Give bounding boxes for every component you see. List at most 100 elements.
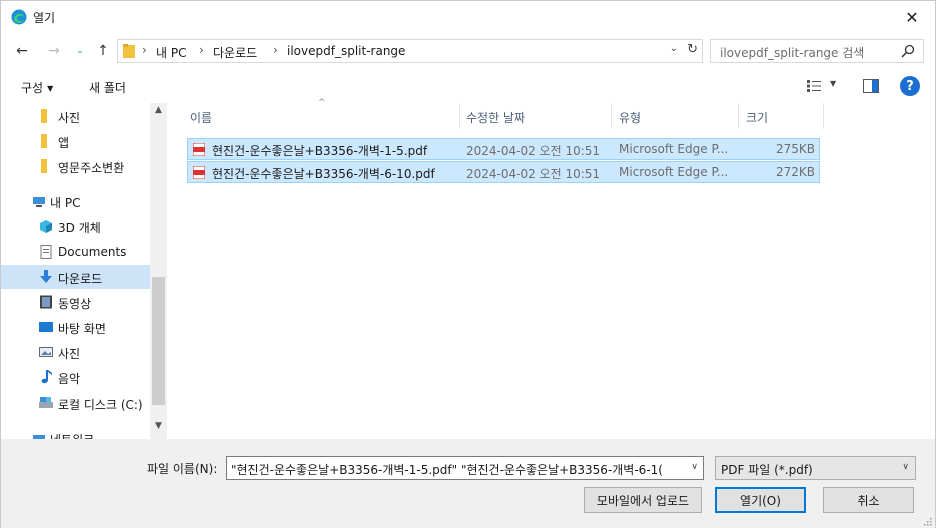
caret-down-icon: ▼ bbox=[47, 84, 54, 93]
sidebar-item-label: 바탕 화면 bbox=[58, 322, 106, 336]
download-icon bbox=[40, 270, 52, 283]
navigation-bar: ← → ⌄ ↑ › 내 PC › 다운로드 › ilovepdf_split-r… bbox=[1, 37, 935, 65]
column-divider[interactable] bbox=[738, 103, 739, 129]
chevron-down-icon[interactable]: ∨ bbox=[691, 462, 698, 472]
file-row[interactable]: 현진건-운수좋은날+B3356-개벽-1-5.pdf 2024-04-02 오전… bbox=[187, 138, 820, 160]
dialog-footer: 파일 이름(N): "현진건-운수좋은날+B3356-개벽-1-5.pdf" "… bbox=[1, 439, 935, 528]
file-modified: 2024-04-02 오전 10:51 bbox=[466, 167, 601, 181]
address-dropdown-icon[interactable]: ⌄ bbox=[670, 43, 678, 54]
pdf-file-icon bbox=[193, 166, 205, 179]
sidebar-item-label: 로컬 디스크 (C:) bbox=[58, 398, 143, 412]
organize-button[interactable]: 구성 ▼ bbox=[21, 79, 53, 96]
search-icon bbox=[901, 44, 915, 58]
sidebar-item-apps-folder[interactable]: 앱 bbox=[1, 129, 150, 153]
pc-icon bbox=[33, 197, 45, 207]
folder-icon bbox=[123, 44, 135, 58]
close-icon: ✕ bbox=[905, 7, 919, 27]
search-input[interactable]: ilovepdf_split-range 검색 bbox=[710, 39, 924, 63]
sidebar-item-address-folder[interactable]: 영문주소변환 bbox=[1, 154, 150, 178]
up-button[interactable]: ↑ bbox=[93, 40, 113, 62]
video-icon bbox=[40, 295, 52, 309]
sidebar-item-label: 동영상 bbox=[58, 297, 92, 311]
cancel-button[interactable]: 취소 bbox=[823, 487, 914, 513]
address-bar[interactable]: › 내 PC › 다운로드 › ilovepdf_split-range ⌄ ↻ bbox=[117, 39, 703, 63]
navigation-pane: 사진 앱 영문주소변환 내 PC 3D 개체 Documents 다운로드 동영… bbox=[1, 103, 167, 439]
chevron-down-icon: ⌄ bbox=[76, 46, 84, 56]
forward-button[interactable]: → bbox=[43, 40, 65, 62]
file-name: 현진건-운수좋은날+B3356-개벽-6-10.pdf bbox=[212, 167, 435, 181]
column-divider[interactable] bbox=[823, 103, 824, 129]
upload-from-mobile-button[interactable]: 모바일에서 업로드 bbox=[584, 487, 702, 513]
view-options-icon[interactable] bbox=[807, 80, 821, 92]
folder-icon bbox=[41, 159, 47, 173]
sidebar-item-local-disk[interactable]: 로컬 디스크 (C:) bbox=[1, 391, 150, 415]
column-header-name[interactable]: 이름 bbox=[190, 109, 212, 126]
file-size: 275KB bbox=[775, 142, 815, 156]
preview-pane-icon[interactable] bbox=[863, 79, 879, 93]
sidebar-item-label: 사진 bbox=[58, 111, 81, 125]
search-placeholder: ilovepdf_split-range 검색 bbox=[720, 46, 865, 60]
file-name: 현진건-운수좋은날+B3356-개벽-1-5.pdf bbox=[212, 144, 428, 158]
sidebar-item-pictures[interactable]: 사진 bbox=[1, 340, 150, 364]
network-icon bbox=[33, 435, 45, 439]
sidebar-item-documents[interactable]: Documents bbox=[1, 240, 150, 264]
3d-objects-icon bbox=[40, 220, 52, 233]
up-arrow-icon: ↑ bbox=[97, 43, 109, 59]
forward-arrow-icon: → bbox=[48, 43, 60, 59]
column-divider[interactable] bbox=[611, 103, 612, 129]
view-dropdown-icon[interactable]: ▼ bbox=[830, 79, 836, 88]
sidebar-item-network[interactable]: 네트워크 bbox=[1, 426, 150, 439]
scroll-down-icon[interactable]: ▼ bbox=[150, 421, 167, 435]
pictures-icon bbox=[39, 347, 53, 357]
column-header-type[interactable]: 유형 bbox=[619, 109, 641, 126]
open-button[interactable]: 열기(O) bbox=[715, 487, 806, 513]
breadcrumb-downloads[interactable]: 다운로드 bbox=[213, 44, 257, 61]
close-button[interactable]: ✕ bbox=[889, 1, 935, 33]
sort-ascending-icon: ^ bbox=[318, 98, 326, 108]
sidebar-item-label: 앱 bbox=[58, 136, 70, 150]
sidebar-item-my-pc[interactable]: 내 PC bbox=[1, 189, 150, 213]
file-type: Microsoft Edge P... bbox=[619, 165, 729, 179]
scrollbar-thumb[interactable] bbox=[152, 277, 165, 405]
command-bar: 구성 ▼ 새 폴더 ▼ ? bbox=[1, 73, 935, 101]
file-modified: 2024-04-02 오전 10:51 bbox=[466, 144, 601, 158]
sidebar-item-videos[interactable]: 동영상 bbox=[1, 290, 150, 314]
breadcrumb-separator: › bbox=[199, 43, 204, 57]
breadcrumb-current-folder[interactable]: ilovepdf_split-range bbox=[287, 44, 405, 58]
back-arrow-icon: ← bbox=[16, 43, 28, 59]
folder-icon bbox=[41, 134, 47, 148]
file-size: 272KB bbox=[775, 165, 815, 179]
sidebar-item-label: 음악 bbox=[58, 372, 81, 386]
file-list: ^ 이름 수정한 날짜 유형 크기 현진건-운수좋은날+B3356-개벽-1-5… bbox=[167, 98, 935, 439]
column-header-modified[interactable]: 수정한 날짜 bbox=[466, 109, 525, 126]
edge-app-icon bbox=[11, 9, 27, 25]
chevron-down-icon: ∨ bbox=[902, 462, 909, 472]
desktop-icon bbox=[39, 322, 53, 332]
sidebar-item-label: 내 PC bbox=[50, 196, 81, 210]
breadcrumb-separator: › bbox=[273, 43, 278, 57]
breadcrumb-my-pc[interactable]: 내 PC bbox=[156, 44, 186, 61]
resize-grip-icon[interactable] bbox=[922, 516, 932, 526]
music-icon bbox=[41, 370, 52, 384]
breadcrumb-separator: › bbox=[142, 43, 147, 57]
scroll-up-icon[interactable]: ▲ bbox=[150, 105, 167, 119]
new-folder-button[interactable]: 새 폴더 bbox=[89, 79, 126, 96]
sidebar-item-pictures-folder[interactable]: 사진 bbox=[1, 104, 150, 128]
open-file-dialog: 열기 ✕ ← → ⌄ ↑ › 내 PC › 다운로드 › ilovepdf_sp… bbox=[0, 0, 936, 528]
sidebar-item-downloads[interactable]: 다운로드 bbox=[1, 265, 150, 289]
column-divider[interactable] bbox=[459, 103, 460, 129]
recent-locations-button[interactable]: ⌄ bbox=[73, 40, 87, 62]
sidebar-item-3d-objects[interactable]: 3D 개체 bbox=[1, 214, 150, 238]
documents-icon bbox=[40, 245, 52, 259]
filename-label: 파일 이름(N): bbox=[147, 462, 218, 476]
back-button[interactable]: ← bbox=[11, 40, 33, 62]
column-header-size[interactable]: 크기 bbox=[746, 109, 768, 126]
file-type-select[interactable]: PDF 파일 (*.pdf) ∨ bbox=[715, 456, 916, 480]
refresh-icon[interactable]: ↻ bbox=[687, 42, 698, 57]
file-row[interactable]: 현진건-운수좋은날+B3356-개벽-6-10.pdf 2024-04-02 오… bbox=[187, 161, 820, 183]
help-icon[interactable]: ? bbox=[900, 76, 920, 96]
sidebar-scrollbar[interactable]: ▲ ▼ bbox=[150, 103, 167, 439]
sidebar-item-desktop[interactable]: 바탕 화면 bbox=[1, 315, 150, 339]
filename-field[interactable]: "현진건-운수좋은날+B3356-개벽-1-5.pdf" "현진건-운수좋은날+… bbox=[226, 456, 704, 480]
sidebar-item-music[interactable]: 음악 bbox=[1, 365, 150, 389]
